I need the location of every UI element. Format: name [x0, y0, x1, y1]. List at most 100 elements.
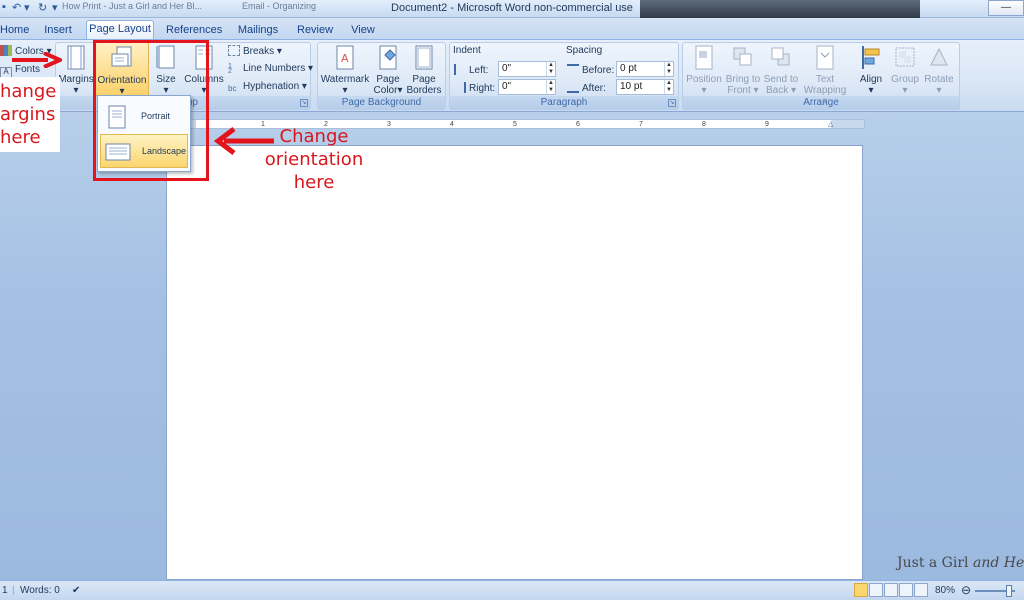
web-layout-button[interactable]	[884, 583, 898, 597]
title-bar: ▪ ↶ ▾ ↻ ▾ How Print - Just a Girl and He…	[0, 0, 1024, 18]
margins-button[interactable]: Margins ▾	[58, 45, 94, 96]
indent-right-text: Right:	[469, 83, 496, 94]
bring-to-front-label-1: Bring to	[725, 74, 761, 85]
margins-label: Margins	[58, 74, 94, 85]
hyphenation-icon: bc	[228, 84, 237, 93]
annotation-margins-line-1: hange	[0, 81, 57, 102]
indent-left-input[interactable]: 0" ▲ ▼	[498, 61, 556, 77]
send-to-back-label-1: Send to	[763, 74, 799, 85]
full-screen-reading-button[interactable]	[869, 583, 883, 597]
indent-right-icon	[454, 82, 466, 93]
tab-home[interactable]: Home	[0, 22, 29, 40]
bring-to-front-button[interactable]: Bring to Front ▾	[724, 45, 762, 96]
minimize-button[interactable]: —	[988, 0, 1024, 16]
page-number[interactable]: 1	[2, 585, 8, 596]
page-color-icon	[379, 45, 397, 70]
watermark-label: Watermark	[320, 74, 370, 85]
page-background-group-label: Page Background	[318, 96, 445, 109]
spacing-before-value: 0 pt	[620, 63, 637, 74]
ruler-mark: 7	[639, 121, 643, 128]
text-wrapping-button[interactable]: Text Wrapping ▾	[800, 45, 850, 107]
proofing-icon[interactable]: ✔	[72, 585, 80, 596]
spacing-after-text: After:	[582, 83, 606, 94]
tab-page-layout[interactable]: Page Layout	[86, 20, 154, 41]
zoom-slider-handle[interactable]	[1006, 585, 1012, 597]
arrow-right-icon	[12, 52, 62, 68]
page-color-label-1: Page	[376, 74, 400, 85]
draft-view-button[interactable]	[914, 583, 928, 597]
background-window-strip	[640, 0, 920, 18]
hyphenation-button[interactable]: bc Hyphenation ▾	[228, 81, 307, 95]
margins-icon	[67, 45, 85, 70]
align-label: Align	[859, 74, 883, 85]
blog-watermark: Just a Girl and Her	[897, 555, 1024, 571]
bring-to-front-icon	[733, 47, 752, 66]
spinner-arrows-icon[interactable]: ▲ ▼	[664, 62, 673, 76]
rotate-button[interactable]: Rotate ▾	[922, 45, 956, 96]
indent-right-value: 0"	[502, 81, 512, 92]
line-numbers-icon: 12	[228, 63, 232, 75]
annotation-orientation-line-2: orientation	[264, 149, 364, 170]
tab-mailings[interactable]: Mailings	[236, 22, 280, 40]
text-wrapping-icon	[816, 45, 834, 70]
page-borders-label-2: Borders	[406, 85, 442, 96]
spacing-after-value: 10 pt	[620, 81, 643, 92]
indent-left-icon	[454, 64, 466, 75]
page-color-button[interactable]: Page Color▾	[371, 45, 405, 96]
bring-to-front-label-2: Front	[727, 85, 751, 96]
tab-insert[interactable]: Insert	[42, 22, 74, 40]
ruler-mark: 6	[576, 121, 580, 128]
indent-left-text: Left:	[469, 65, 489, 76]
hyphenation-label: Hyphenation	[243, 81, 300, 92]
page-borders-icon	[415, 45, 433, 70]
word-count[interactable]: Words: 0	[20, 585, 60, 596]
ribbon-tabs: Home Insert Page Layout References Maili…	[0, 18, 1024, 41]
zoom-out-icon[interactable]: ⊖	[961, 583, 971, 597]
tab-review[interactable]: Review	[297, 22, 333, 40]
watermark-text-a: Just a Girl	[897, 555, 973, 571]
group-icon	[895, 47, 915, 67]
spinner-arrows-icon[interactable]: ▲ ▼	[546, 80, 555, 94]
indent-right-input[interactable]: 0" ▲ ▼	[498, 79, 556, 95]
send-to-back-button[interactable]: Send to Back ▾	[762, 45, 800, 96]
annotation-margins-line-3: here	[0, 127, 41, 148]
ruler-mark: 8	[702, 121, 706, 128]
annotation-orientation-line-3: here	[293, 172, 335, 193]
spacing-before-input[interactable]: 0 pt ▲ ▼	[616, 61, 674, 77]
group-label: Group	[891, 74, 919, 85]
paragraph-launcher-icon[interactable]: ↘	[668, 99, 676, 107]
position-button[interactable]: Position ▾	[685, 45, 723, 96]
spacing-after-input[interactable]: 10 pt ▲ ▼	[616, 79, 674, 95]
text-wrapping-label-2: Wrapping	[803, 85, 847, 96]
ruler-mark: 5	[513, 121, 517, 128]
spinner-arrows-icon[interactable]: ▲ ▼	[546, 62, 555, 76]
align-button[interactable]: Align ▾	[854, 45, 888, 96]
ruler-right-margin	[831, 120, 864, 128]
watermark-button[interactable]: A Watermark ▾	[320, 45, 370, 96]
tab-view[interactable]: View	[348, 22, 378, 40]
annotation-margins-text: hange argins here	[0, 80, 58, 149]
outline-view-button[interactable]	[899, 583, 913, 597]
page-borders-button[interactable]: Page Borders	[406, 45, 442, 96]
document-page[interactable]	[166, 145, 863, 580]
print-layout-view-button[interactable]	[854, 583, 868, 597]
tab-references[interactable]: References	[166, 22, 222, 40]
send-to-back-icon	[771, 47, 790, 66]
watermark-text-b: and Her	[972, 555, 1024, 571]
indent-label: Indent	[453, 45, 481, 56]
page-setup-launcher-icon[interactable]: ↘	[300, 99, 308, 107]
ruler-mark: 9	[765, 121, 769, 128]
ruler-mark: 3	[387, 121, 391, 128]
line-numbers-button[interactable]: 1 2 Line Numbers ▾	[228, 63, 313, 75]
position-label: Position	[686, 74, 722, 85]
spacing-before-icon	[567, 64, 579, 75]
spinner-arrows-icon[interactable]: ▲ ▼	[664, 80, 673, 94]
zoom-level[interactable]: 80%	[935, 585, 955, 596]
watermark-icon: A	[336, 45, 354, 70]
text-wrapping-label-1: Text	[815, 74, 835, 85]
spacing-label: Spacing	[566, 45, 603, 56]
spacing-before-text: Before:	[582, 65, 615, 76]
group-button[interactable]: Group ▾	[888, 45, 922, 96]
right-indent-marker-icon[interactable]: △	[828, 120, 833, 128]
breaks-button[interactable]: Breaks ▾	[228, 45, 282, 57]
